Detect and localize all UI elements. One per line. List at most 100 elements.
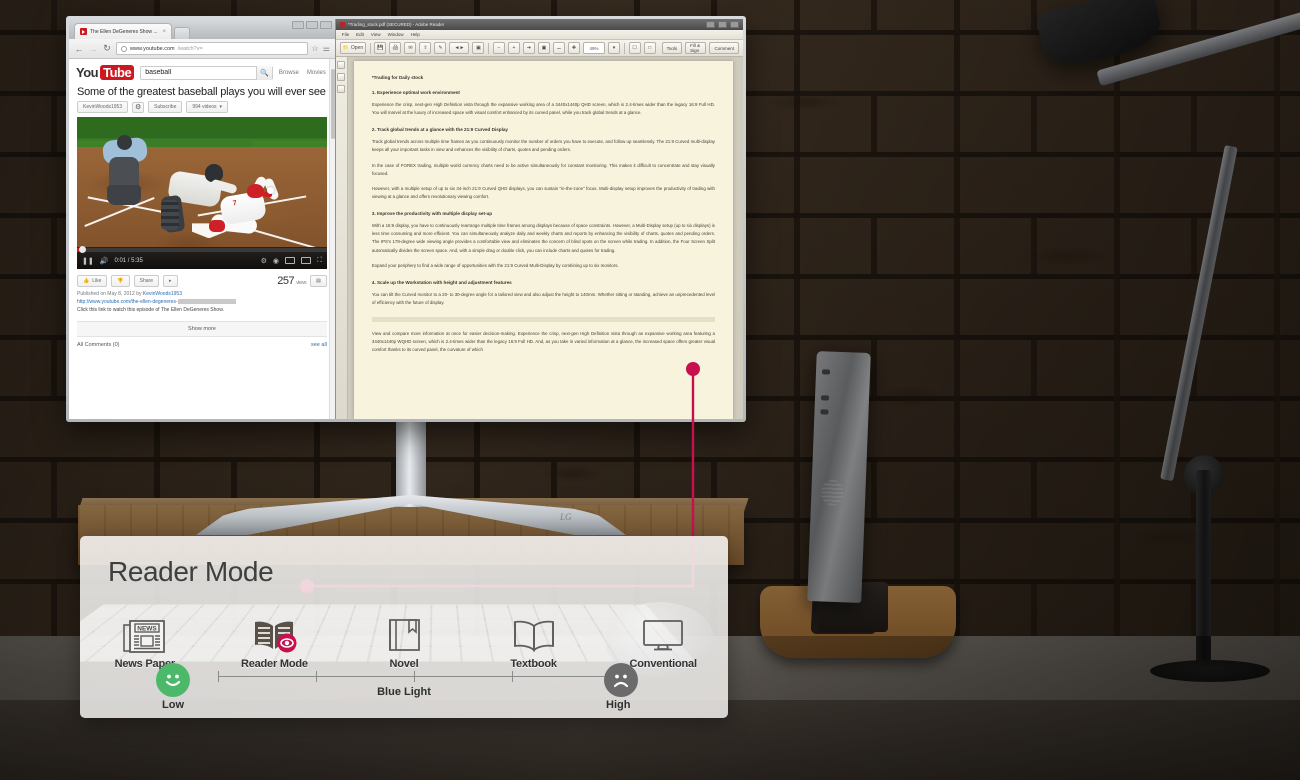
- search-input[interactable]: [141, 69, 256, 76]
- bookmarks-icon[interactable]: [337, 73, 346, 81]
- subscribe-button[interactable]: Subscribe: [148, 101, 183, 113]
- mode-textbook[interactable]: Textbook: [469, 611, 599, 670]
- tools-pane-button[interactable]: Tools: [661, 42, 683, 54]
- gear-icon[interactable]: ⚙: [132, 101, 145, 113]
- menu-help[interactable]: Help: [411, 32, 420, 37]
- video-description: Published on May 8, 2012 by KevinWoods19…: [69, 290, 335, 315]
- back-button[interactable]: ←: [74, 44, 84, 54]
- save-icon[interactable]: 💾: [374, 42, 387, 54]
- progress-bar[interactable]: [77, 246, 327, 253]
- doc-section-3-paragraph-2: Expand your periphery to find a wide ran…: [371, 262, 619, 268]
- zoom-minus-icon[interactable]: ⚊: [553, 42, 566, 54]
- share-button[interactable]: Share: [133, 275, 159, 287]
- forward-button[interactable]: →: [88, 44, 98, 54]
- page-thumb-icon[interactable]: ▣: [472, 42, 485, 54]
- sign-icon[interactable]: ✎: [434, 42, 447, 54]
- thumb-up-icon: 👍: [83, 278, 90, 284]
- doc-section-1-title: 1. Experience optimal work environment: [371, 90, 460, 95]
- comments-header: All Comments (0) see all: [69, 337, 335, 353]
- reload-button[interactable]: ↻: [102, 43, 112, 54]
- mode-news-paper[interactable]: NEWS News Paper: [80, 611, 210, 670]
- zoom-out-icon[interactable]: −: [493, 42, 506, 54]
- doc-section-4-paragraph: You can tilt the Curved monitor to a 20-…: [371, 291, 715, 305]
- menu-view[interactable]: View: [371, 32, 381, 37]
- bookmark-star-icon[interactable]: ☆: [312, 44, 319, 53]
- zoom-in-icon[interactable]: +: [508, 42, 521, 54]
- redacted-url-block: [177, 298, 236, 304]
- zoom-plus-icon[interactable]: ✚: [568, 42, 581, 54]
- doc-section-1-paragraph: Experience the crisp, next-gen High Defi…: [371, 102, 715, 116]
- email-icon[interactable]: ✉: [404, 42, 417, 54]
- page-break: [371, 317, 715, 323]
- view-count-number: 257: [277, 275, 295, 287]
- minimize-button[interactable]: [706, 21, 715, 28]
- mode-reader-mode[interactable]: Reader Mode: [210, 611, 340, 670]
- theater-mode-icon[interactable]: [284, 257, 295, 264]
- doc-section-3-title: 3. Improve the productivity with multipl…: [371, 211, 493, 217]
- captions-icon[interactable]: ◉: [273, 257, 279, 265]
- pause-icon[interactable]: ❚❚: [82, 257, 94, 265]
- fullscreen-icon[interactable]: ⛶: [317, 257, 322, 265]
- wrench-menu-icon[interactable]: ⚌: [323, 44, 330, 53]
- gear-icon[interactable]: ⚙: [261, 257, 267, 265]
- more-actions-button[interactable]: ▸: [163, 275, 178, 287]
- svg-text:NEWS: NEWS: [137, 626, 157, 633]
- select-tool-icon[interactable]: ➔: [523, 42, 536, 54]
- open-file-button[interactable]: 📁 Open: [339, 42, 366, 54]
- menu-window[interactable]: Window: [388, 32, 404, 37]
- see-all-link[interactable]: see all: [311, 342, 327, 348]
- mode-novel[interactable]: Novel: [339, 611, 469, 670]
- minimize-button[interactable]: [291, 21, 304, 29]
- pip-icon[interactable]: [300, 257, 311, 264]
- menu-file[interactable]: File: [342, 32, 349, 37]
- description-link[interactable]: http://www.youtube.com/the-ellen-degener…: [77, 299, 178, 305]
- page-thumbnails-icon[interactable]: [337, 61, 346, 69]
- new-tab-button[interactable]: [174, 27, 191, 39]
- menu-edit[interactable]: Edit: [356, 32, 364, 37]
- youtube-search-box[interactable]: 🔍: [140, 65, 273, 80]
- fit-width-icon[interactable]: □: [643, 42, 656, 54]
- runner-player: 7: [207, 174, 303, 250]
- volume-icon[interactable]: 🔊: [100, 257, 109, 265]
- reader-side-rail[interactable]: [335, 57, 348, 419]
- like-button[interactable]: 👍 Like: [77, 275, 108, 287]
- comment-pane-button[interactable]: Comment: [709, 42, 739, 54]
- zoom-level-field[interactable]: 49%: [583, 42, 606, 54]
- channel-name[interactable]: KevinWoods1953: [77, 101, 129, 113]
- laptop: [807, 351, 871, 603]
- published-by-link[interactable]: KevinWoods1953: [143, 291, 182, 297]
- nav-browse[interactable]: Browse: [279, 70, 299, 76]
- adobe-reader-window: *Trading_stock.pdf (SECURED) - Adobe Rea…: [334, 19, 743, 419]
- nav-movies[interactable]: Movies: [307, 70, 326, 76]
- close-button[interactable]: [730, 21, 739, 28]
- stats-bar-icon[interactable]: ▤: [310, 275, 327, 287]
- window-controls[interactable]: [291, 21, 332, 29]
- player-controls: ❚❚ 🔊 0:01 / 5:35 ⚙ ◉ ⛶: [77, 246, 327, 269]
- upload-icon[interactable]: ⇧: [419, 42, 432, 54]
- fill-and-sign-button[interactable]: Fill & Sign: [685, 42, 707, 54]
- close-icon[interactable]: ×: [163, 29, 167, 35]
- zoom-dropdown-icon[interactable]: ▾: [608, 42, 621, 54]
- close-button[interactable]: [319, 21, 332, 29]
- youtube-logo[interactable]: You Tube: [76, 65, 135, 80]
- print-icon[interactable]: 🖨: [389, 42, 402, 54]
- show-more-button[interactable]: Show more: [77, 321, 327, 338]
- thumb-down-icon: 👎: [117, 278, 124, 284]
- fit-page-icon[interactable]: ☐: [628, 42, 641, 54]
- address-bar[interactable]: www.youtube.com/watch?v=: [116, 42, 308, 55]
- doc-section-4-title: 4. Scale up the Workstation with height …: [371, 279, 512, 285]
- browser-tab-title: The Ellen DeGeneres Show ...: [90, 28, 158, 35]
- doc-section-5-paragraph: View and compare more information at onc…: [371, 331, 715, 353]
- search-icon[interactable]: 🔍: [255, 65, 272, 80]
- video-player[interactable]: 7 ❚❚ 🔊 0:01 / 5:35 ⚙ ◉ ⛶: [77, 117, 327, 269]
- browser-tab[interactable]: The Ellen DeGeneres Show ... ×: [74, 23, 173, 39]
- page-info-icon: [121, 45, 127, 52]
- mode-conventional[interactable]: Conventional: [598, 611, 728, 670]
- maximize-button[interactable]: [305, 21, 318, 29]
- dislike-button[interactable]: 👎: [111, 275, 130, 287]
- page-nav-icon[interactable]: ◄►: [449, 42, 470, 54]
- video-count-dropdown[interactable]: 994 videos ▾: [186, 101, 229, 113]
- snapshot-icon[interactable]: ▣: [538, 42, 551, 54]
- attachments-icon[interactable]: [337, 85, 346, 93]
- maximize-button[interactable]: [718, 21, 727, 28]
